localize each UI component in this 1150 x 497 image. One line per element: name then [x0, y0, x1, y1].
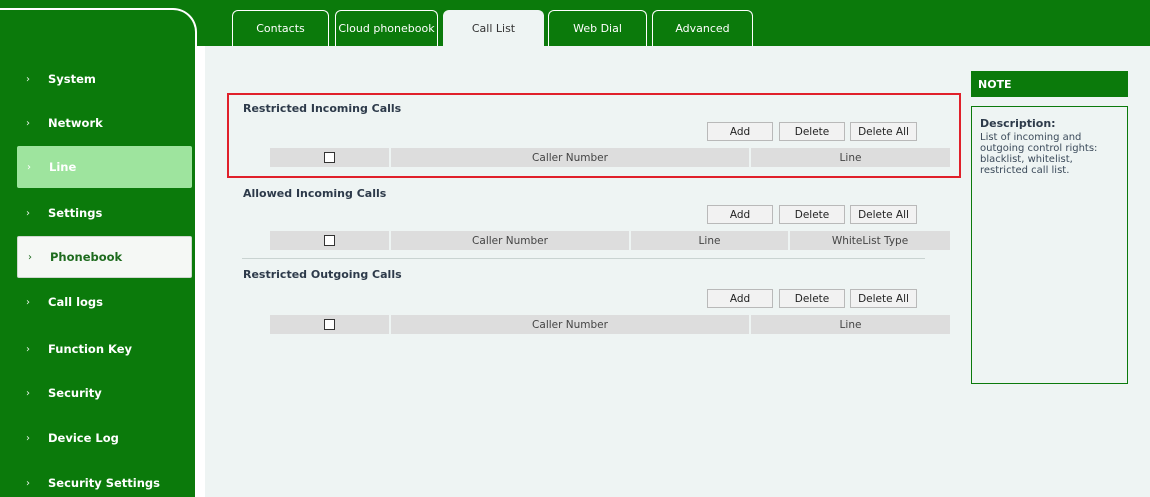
- chevron-right-icon: ›: [26, 296, 30, 308]
- table-header: Caller Number Line: [270, 148, 950, 167]
- sidebar-item-label: System: [48, 72, 96, 86]
- sidebar-item-label: Function Key: [48, 342, 133, 356]
- table-header: Caller Number Line WhiteList Type: [270, 231, 950, 250]
- add-button[interactable]: Add: [707, 122, 773, 141]
- sidebar-item-label: Security: [48, 386, 102, 400]
- delete-button[interactable]: Delete: [779, 205, 845, 224]
- chevron-right-icon: ›: [26, 387, 30, 399]
- sidebar-item-function-key[interactable]: › Function Key: [0, 328, 193, 370]
- sidebar-item-system[interactable]: › System: [0, 58, 193, 100]
- sidebar-item-phonebook[interactable]: › Phonebook: [17, 236, 192, 278]
- delete-button[interactable]: Delete: [779, 122, 845, 141]
- column-header: Caller Number: [391, 148, 751, 167]
- select-all-cell: [270, 315, 391, 334]
- select-all-checkbox[interactable]: [324, 319, 335, 330]
- sidebar-item-label: Network: [48, 116, 103, 130]
- chevron-right-icon: ›: [26, 73, 30, 85]
- table-header: Caller Number Line: [270, 315, 950, 334]
- delete-all-button[interactable]: Delete All: [850, 205, 917, 224]
- tab-call-list[interactable]: Call List: [443, 10, 544, 46]
- delete-all-button[interactable]: Delete All: [850, 122, 917, 141]
- delete-button[interactable]: Delete: [779, 289, 845, 308]
- column-header: WhiteList Type: [790, 231, 950, 250]
- note-text: List of incoming and outgoing control ri…: [980, 132, 1098, 176]
- tab-advanced[interactable]: Advanced: [652, 10, 753, 46]
- chevron-right-icon: ›: [28, 251, 32, 263]
- sidebar-item-security[interactable]: › Security: [0, 372, 193, 414]
- column-header: Line: [631, 231, 790, 250]
- note-panel: Description: List of incoming and outgoi…: [971, 106, 1128, 384]
- select-all-checkbox[interactable]: [324, 152, 335, 163]
- sidebar-item-call-logs[interactable]: › Call logs: [0, 281, 193, 323]
- sidebar-item-network[interactable]: › Network: [0, 102, 193, 144]
- select-all-checkbox[interactable]: [324, 235, 335, 246]
- sidebar-item-label: Security Settings: [48, 476, 160, 490]
- sidebar-item-label: Settings: [48, 206, 103, 220]
- column-header: Caller Number: [391, 231, 631, 250]
- add-button[interactable]: Add: [707, 289, 773, 308]
- tab-contacts[interactable]: Contacts: [232, 10, 329, 46]
- chevron-right-icon: ›: [26, 207, 30, 219]
- tab-web-dial[interactable]: Web Dial: [548, 10, 647, 46]
- sidebar-item-line[interactable]: › Line: [17, 146, 192, 188]
- column-header: Caller Number: [391, 315, 751, 334]
- chevron-right-icon: ›: [26, 432, 30, 444]
- note-header: NOTE: [971, 71, 1128, 97]
- chevron-right-icon: ›: [26, 477, 30, 489]
- chevron-right-icon: ›: [26, 343, 30, 355]
- column-header: Line: [751, 148, 950, 167]
- section-divider: [242, 258, 925, 259]
- sidebar-item-security-settings[interactable]: › Security Settings: [0, 462, 193, 497]
- delete-all-button[interactable]: Delete All: [850, 289, 917, 308]
- sidebar: › System › Network › Line › Settings › P…: [0, 8, 197, 497]
- note-title: Description:: [980, 117, 1056, 130]
- sidebar-item-device-log[interactable]: › Device Log: [0, 417, 193, 459]
- sidebar-item-label: Phonebook: [50, 250, 123, 264]
- section-title-allowed-incoming: Allowed Incoming Calls: [243, 187, 387, 200]
- tab-cloud-phonebook[interactable]: Cloud phonebook: [335, 10, 438, 46]
- select-all-cell: [270, 231, 391, 250]
- chevron-right-icon: ›: [27, 161, 31, 173]
- sidebar-item-settings[interactable]: › Settings: [0, 192, 193, 234]
- select-all-cell: [270, 148, 391, 167]
- column-header: Line: [751, 315, 950, 334]
- chevron-right-icon: ›: [26, 117, 30, 129]
- section-title-restricted-incoming: Restricted Incoming Calls: [243, 102, 402, 115]
- sidebar-item-label: Line: [49, 160, 77, 174]
- section-title-restricted-outgoing: Restricted Outgoing Calls: [243, 268, 402, 281]
- sidebar-item-label: Call logs: [48, 295, 104, 309]
- add-button[interactable]: Add: [707, 205, 773, 224]
- sidebar-gap: [197, 46, 205, 497]
- sidebar-item-label: Device Log: [48, 431, 119, 445]
